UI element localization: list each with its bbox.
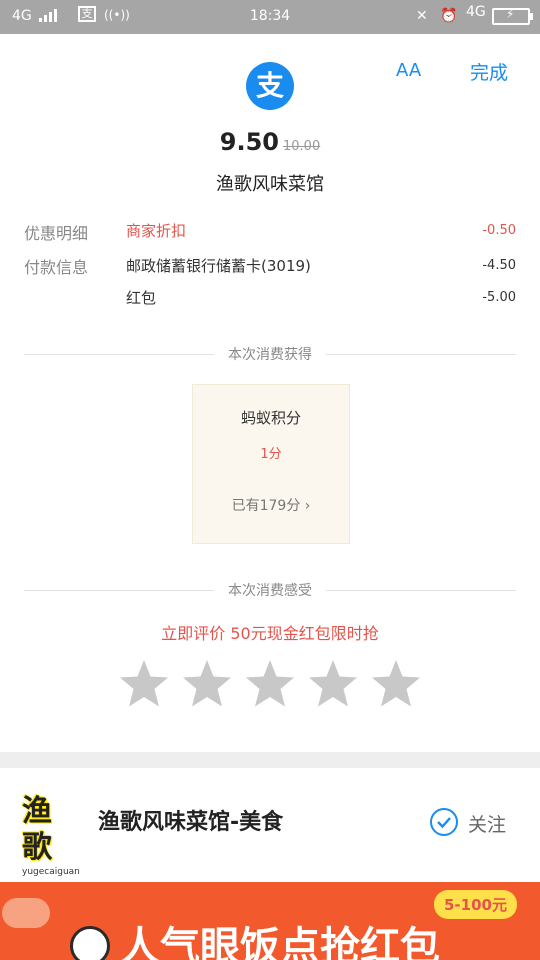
status-bar: 4G 支 ((•)) 18:34 ✕ ⏰ 4G ⚡ [0,0,540,34]
cookie-icon [2,898,50,928]
chevron-right-icon: › [304,498,311,514]
feedback-section-header: 本次消费感受 [0,580,540,600]
merchant-discount-value: -0.50 [482,223,516,238]
ant-points-title: 蚂蚁积分 [240,409,301,427]
rating-star-1-icon[interactable] [118,658,170,710]
shop-logo-subtext: yugecaiguan [22,867,80,877]
shop-logo-text: 渔歌 [22,794,52,865]
feedback-section-title: 本次消费感受 [214,583,326,599]
banner-headline: 人气眼饭点抢红包 [120,924,440,960]
shop-logo[interactable]: 渔歌 yugecaiguan [22,794,80,877]
follow-button[interactable]: 关注 [468,810,506,837]
earned-section-title: 本次消费获得 [214,347,326,363]
split-bill-aa-button[interactable]: AA [396,60,421,81]
section-separator [0,752,540,768]
banner-badge: 5-100元 [434,890,517,919]
promo-banner[interactable]: 人气眼饭点抢红包 5-100元 [0,882,540,960]
follow-check-icon[interactable] [430,808,458,836]
mute-icon: ✕ [416,8,428,24]
alipay-logo-icon: 支 [246,62,294,110]
done-button[interactable]: 完成 [470,58,508,85]
red-packet-item: 红包 [126,289,157,307]
ant-points-total-label: 已有179分 [231,498,301,514]
shop-name[interactable]: 渔歌风味菜馆-美食 [98,804,283,836]
ant-points-total: 已有179分 › [193,495,349,515]
red-packet-value: -5.00 [482,290,516,305]
merchant-name: 渔歌风味菜馆 [216,174,324,195]
alarm-clock-icon [70,926,110,960]
ant-points-earned: 1分 [260,447,282,462]
rating-star-4-icon[interactable] [307,658,359,710]
rating-star-3-icon[interactable] [244,658,296,710]
original-amount: 10.00 [283,139,321,154]
paid-amount: 9.50 [219,128,279,156]
alarm-icon: ⏰ [440,8,458,24]
ant-points-card[interactable]: 蚂蚁积分 1分 已有179分 › [192,384,350,544]
merchant-discount-item: 商家折扣 [126,222,187,240]
rating-star-2-icon[interactable] [181,658,233,710]
clock-time: 18:34 [249,8,291,24]
rating-star-5-icon[interactable] [370,658,422,710]
bank-card-item: 邮政储蓄银行储蓄卡(3019) [126,257,311,275]
bank-card-value: -4.50 [482,258,516,273]
network-type-right: 4G [466,4,486,20]
battery-icon: ⚡ [492,7,533,26]
earned-section-header: 本次消费获得 [0,344,540,364]
review-promo-text: 立即评价 50元现金红包限时抢 [161,624,379,643]
payment-amount: 9.50 10.00 [0,128,540,156]
discount-details-label: 优惠明细 [24,224,89,243]
payment-info-label: 付款信息 [24,258,89,277]
